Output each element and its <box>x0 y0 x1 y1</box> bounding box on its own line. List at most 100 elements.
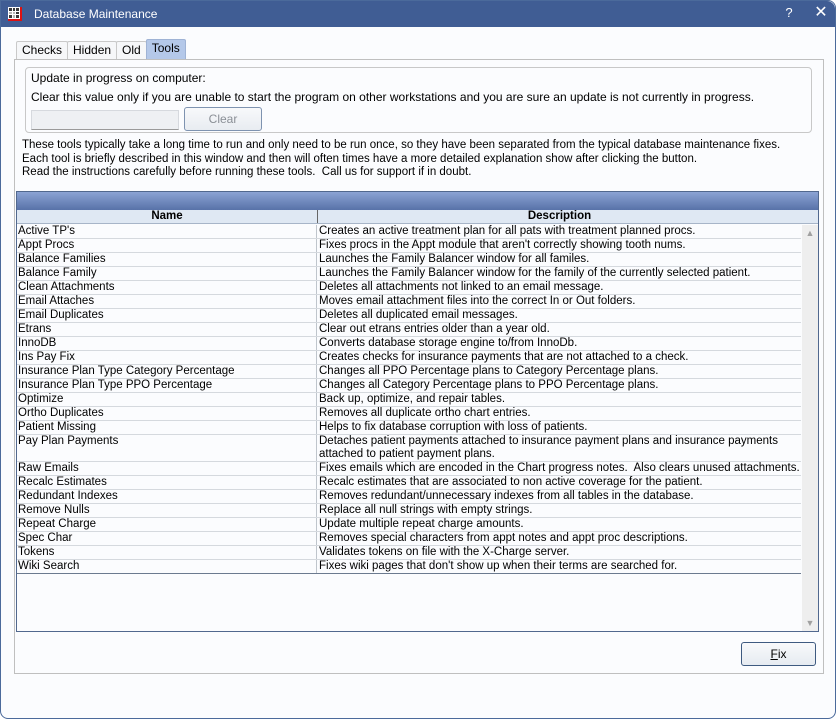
tool-name-cell: Ortho Duplicates <box>17 407 317 420</box>
tool-description-cell: Removes special characters from appt not… <box>319 532 688 544</box>
table-row[interactable]: Optimize Back up, optimize, and repair ta… <box>17 393 801 407</box>
tool-description-cell: Removes all duplicate ortho chart entrie… <box>319 407 531 419</box>
update-group-title: Update in progress on computer: <box>31 71 206 85</box>
tab-old[interactable]: Old <box>116 41 147 59</box>
tab-strip: Checks Hidden Old Tools <box>16 39 186 59</box>
clear-button[interactable]: Clear <box>184 107 262 131</box>
tool-name-cell: Tokens <box>17 546 317 559</box>
table-row[interactable]: Remove Nulls Replace all null strings wit… <box>17 504 801 518</box>
table-row[interactable]: Clean Attachments Deletes all attachments… <box>17 281 801 295</box>
tool-description-cell: Changes all PPO Percentage plans to Cate… <box>319 365 659 377</box>
table-row[interactable]: Balance Families Launches the Family Bala… <box>17 253 801 267</box>
table-row[interactable]: Raw Emails Fixes emails which are encoded… <box>17 462 801 476</box>
tool-name-cell: Balance Family <box>17 267 317 280</box>
tool-name-cell: Appt Procs <box>17 239 317 252</box>
table-row[interactable]: Redundant Indexes Removes redundant/unnec… <box>17 490 801 504</box>
tool-name-cell: Redundant Indexes <box>17 490 317 503</box>
tool-name-cell: Insurance Plan Type PPO Percentage <box>17 379 317 392</box>
table-row[interactable]: Ortho Duplicates Removes all duplicate or… <box>17 407 801 421</box>
tool-description-cell: Helps to fix database corruption with lo… <box>319 421 588 433</box>
close-button[interactable]: ✕ <box>811 3 831 23</box>
tool-name-cell: Clean Attachments <box>17 281 317 294</box>
tool-description-cell: Launches the Family Balancer window for … <box>319 267 751 279</box>
column-header-name[interactable]: Name <box>17 210 317 223</box>
table-row[interactable]: Insurance Plan Type Category Percentage C… <box>17 365 801 379</box>
update-in-progress-group: Update in progress on computer: Clear th… <box>25 67 812 133</box>
database-maintenance-window: Database Maintenance ? ✕ Checks Hidden O… <box>0 0 836 719</box>
table-row[interactable]: Repeat Charge Update multiple repeat char… <box>17 518 801 532</box>
table-row[interactable]: Tokens Validates tokens on file with the … <box>17 546 801 560</box>
tool-description-cell: Fixes procs in the Appt module that aren… <box>319 239 686 251</box>
app-grid-icon <box>8 7 22 21</box>
tool-name-cell: Spec Char <box>17 532 317 545</box>
vertical-scrollbar[interactable]: ▲ ▼ <box>802 225 818 631</box>
tool-name-cell: Remove Nulls <box>17 504 317 517</box>
title-bar: Database Maintenance ? ✕ <box>1 1 835 27</box>
fix-button[interactable]: Fix <box>741 642 816 666</box>
tool-name-cell: Ins Pay Fix <box>17 351 317 364</box>
tab-tools[interactable]: Tools <box>145 39 186 59</box>
tool-description-cell: Converts database storage engine to/from… <box>319 337 578 349</box>
tool-description-cell: Launches the Family Balancer window for … <box>319 253 590 265</box>
tools-instructions: These tools typically take a long time t… <box>22 139 781 178</box>
tool-description-cell: Removes redundant/unnecessary indexes fr… <box>319 490 694 502</box>
table-row[interactable]: Etrans Clear out etrans entries older tha… <box>17 323 801 337</box>
tool-description-cell: Changes all Category Percentage plans to… <box>319 379 659 391</box>
tool-name-cell: Recalc Estimates <box>17 476 317 489</box>
scroll-up-icon[interactable]: ▲ <box>802 225 818 241</box>
table-row[interactable]: Active TP's Creates an active treatment p… <box>17 225 801 239</box>
grid-title-bar <box>17 192 818 210</box>
table-row[interactable]: Appt Procs Fixes procs in the Appt module… <box>17 239 801 253</box>
tools-tab-page: Update in progress on computer: Clear th… <box>14 59 824 674</box>
tool-name-cell: Raw Emails <box>17 462 317 475</box>
update-group-description: Clear this value only if you are unable … <box>31 90 755 104</box>
help-button[interactable]: ? <box>781 5 797 23</box>
tool-name-cell: Patient Missing <box>17 421 317 434</box>
tool-name-cell: Repeat Charge <box>17 518 317 531</box>
tool-description-cell: Fixes emails which are encoded in the Ch… <box>319 462 800 474</box>
table-row[interactable]: Email Duplicates Deletes all duplicated e… <box>17 309 801 323</box>
table-row[interactable]: Recalc Estimates Recalc estimates that ar… <box>17 476 801 490</box>
tool-name-cell: Etrans <box>17 323 317 336</box>
tool-description-cell: Validates tokens on file with the X-Char… <box>319 546 570 558</box>
tool-description-cell: Creates checks for insurance payments th… <box>319 351 689 363</box>
window-title: Database Maintenance <box>34 7 158 21</box>
column-header-description[interactable]: Description <box>317 210 801 223</box>
tool-name-cell: Email Attaches <box>17 295 317 308</box>
fix-mnemonic: F <box>770 647 778 661</box>
tool-name-cell: Email Duplicates <box>17 309 317 322</box>
tool-description-cell: Recalc estimates that are associated to … <box>319 476 703 488</box>
tools-grid: Name Description Active TP's Creates an a… <box>16 191 819 632</box>
table-row[interactable]: Patient Missing Helps to fix database cor… <box>17 421 801 435</box>
tool-description-cell: Deletes all duplicated email messages. <box>319 309 518 321</box>
tool-description-cell: Deletes all attachments not linked to an… <box>319 281 604 293</box>
update-computer-field[interactable] <box>31 110 179 130</box>
table-row[interactable]: Ins Pay Fix Creates checks for insurance … <box>17 351 801 365</box>
table-row[interactable]: Spec Char Removes special characters from… <box>17 532 801 546</box>
tool-description-cell: Fixes wiki pages that don't show up when… <box>319 560 678 572</box>
grid-rows: Active TP's Creates an active treatment p… <box>17 225 801 574</box>
tool-name-cell: InnoDB <box>17 337 317 350</box>
table-row[interactable]: Email Attaches Moves email attachment fil… <box>17 295 801 309</box>
table-row[interactable]: Pay Plan Payments Detaches patient paymen… <box>17 435 801 462</box>
fix-label-rest: ix <box>777 647 787 661</box>
tool-name-cell: Insurance Plan Type Category Percentage <box>17 365 317 378</box>
tool-name-cell: Balance Families <box>17 253 317 266</box>
tool-name-cell: Pay Plan Payments <box>17 435 317 461</box>
tool-name-cell: Active TP's <box>17 225 317 238</box>
table-row[interactable]: InnoDB Converts database storage engine t… <box>17 337 801 351</box>
tool-description-cell: Detaches patient payments attached to in… <box>319 435 779 460</box>
tool-description-cell: Moves email attachment files into the co… <box>319 295 636 307</box>
tab-checks[interactable]: Checks <box>16 41 69 59</box>
tool-description-cell: Back up, optimize, and repair tables. <box>319 393 506 405</box>
scroll-down-icon[interactable]: ▼ <box>802 615 818 631</box>
tool-name-cell: Wiki Search <box>17 560 317 573</box>
tool-description-cell: Replace all null strings with empty stri… <box>319 504 533 516</box>
tool-name-cell: Optimize <box>17 393 317 406</box>
table-row[interactable]: Balance Family Launches the Family Balanc… <box>17 267 801 281</box>
table-row[interactable]: Wiki Search Fixes wiki pages that don't s… <box>17 560 801 574</box>
tool-description-cell: Clear out etrans entries older than a ye… <box>319 323 550 335</box>
grid-header: Name Description <box>17 210 818 224</box>
tab-hidden[interactable]: Hidden <box>67 41 118 59</box>
table-row[interactable]: Insurance Plan Type PPO Percentage Change… <box>17 379 801 393</box>
